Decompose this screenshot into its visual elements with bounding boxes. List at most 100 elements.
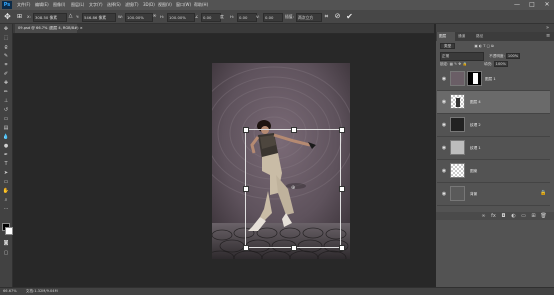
transform-handle[interactable] — [291, 245, 297, 251]
panel-collapse-icon[interactable]: » — [546, 24, 549, 32]
transform-handle[interactable] — [339, 245, 345, 251]
history-brush-icon[interactable]: ↺ — [2, 107, 10, 114]
transform-handle[interactable] — [339, 186, 345, 192]
more-tools-icon[interactable]: ··· — [2, 206, 10, 213]
layer-mask-thumbnail[interactable] — [467, 71, 482, 86]
lock-all-icon[interactable]: 🔒 — [462, 62, 466, 66]
document-tab[interactable]: 09.psd @ 66.7% (图层 4, RGB/8#) × — [15, 24, 83, 33]
screen-mode-icon[interactable]: ▢ — [2, 250, 10, 257]
filter-pixel-icon[interactable]: ▣ — [474, 44, 477, 48]
filter-shape-icon[interactable]: ▢ — [487, 44, 490, 48]
new-layer-icon[interactable]: ⊞ — [530, 213, 537, 219]
quick-mask-icon[interactable]: ◙ — [2, 240, 10, 247]
interpolation-select[interactable]: 两次立方 — [296, 13, 322, 22]
lasso-icon[interactable]: ϱ — [2, 44, 10, 51]
shape-icon[interactable]: ▭ — [2, 179, 10, 186]
transform-handle[interactable] — [243, 186, 249, 192]
minimize-button[interactable]: — — [510, 0, 524, 10]
healing-icon[interactable]: ✚ — [2, 80, 10, 87]
menu-help[interactable]: 帮助(H) — [194, 1, 208, 9]
hskew-field[interactable]: 0.00 — [237, 13, 257, 22]
delta-icon[interactable]: △ — [66, 12, 75, 21]
menu-layer[interactable]: 图层(L) — [71, 1, 84, 9]
lock-paint-icon[interactable]: ✎ — [454, 62, 457, 66]
move-icon[interactable]: ✥ — [2, 26, 10, 33]
tab-close-icon[interactable]: × — [80, 26, 83, 30]
transform-handle[interactable] — [339, 127, 345, 133]
eraser-icon[interactable]: ▭ — [2, 116, 10, 123]
lock-pixels-icon[interactable]: ▦ — [450, 62, 453, 66]
layer-name[interactable]: 纹理 1 — [470, 145, 481, 151]
dodge-icon[interactable]: ● — [2, 143, 10, 150]
move-tool-icon[interactable]: ✥ — [3, 12, 12, 21]
blur-icon[interactable]: 💧 — [2, 134, 10, 141]
visibility-eye-icon[interactable]: ◉ — [441, 168, 447, 174]
layer-name[interactable]: 图层 4 — [470, 99, 481, 105]
crop-icon[interactable]: ⌗ — [2, 62, 10, 69]
menu-window[interactable]: 窗口(W) — [176, 1, 191, 9]
adjustment-layer-icon[interactable]: ◐ — [510, 213, 517, 219]
layer-name[interactable]: 纹理 2 — [470, 122, 481, 128]
commit-icon[interactable]: ✔ — [345, 12, 354, 21]
cancel-icon[interactable]: ⊘ — [333, 12, 342, 21]
menu-view[interactable]: 视图(V) — [158, 1, 172, 9]
transform-handle[interactable] — [243, 127, 249, 133]
visibility-eye-icon[interactable]: ◉ — [441, 76, 447, 82]
panel-menu-icon[interactable]: ≡ — [546, 32, 550, 41]
menu-type[interactable]: 文字(Y) — [89, 1, 103, 9]
y-field[interactable]: 546.86 像素 — [82, 13, 116, 22]
close-button[interactable]: ✕ — [540, 0, 554, 10]
menu-3d[interactable]: 3D(D) — [143, 1, 155, 9]
filter-smart-icon[interactable]: ⧉ — [491, 44, 494, 48]
transform-handle[interactable] — [291, 127, 297, 133]
marquee-icon[interactable]: ⬚ — [2, 35, 10, 42]
menu-select[interactable]: 选择(S) — [107, 1, 121, 9]
lock-move-icon[interactable]: ✥ — [458, 62, 461, 66]
tab-channels[interactable]: 通道 — [456, 32, 474, 41]
eyedropper-icon[interactable]: ✐ — [2, 71, 10, 78]
quick-select-icon[interactable]: ✎ — [2, 53, 10, 60]
link-layers-icon[interactable]: ∞ — [480, 213, 487, 219]
new-group-icon[interactable]: ▭ — [520, 213, 527, 219]
x-field[interactable]: 308.50 像素 — [33, 13, 67, 22]
vskew-field[interactable]: 0.00 — [263, 13, 283, 22]
brush-icon[interactable]: ✏ — [2, 89, 10, 96]
menu-file[interactable]: 文件(F) — [17, 1, 30, 9]
gradient-icon[interactable]: ▤ — [2, 125, 10, 132]
tab-layers[interactable]: 图层 — [437, 32, 455, 41]
zoom-icon[interactable]: ⌕ — [2, 197, 10, 204]
blend-mode-select[interactable]: 正常 — [440, 52, 484, 61]
visibility-eye-icon[interactable]: ◉ — [441, 191, 447, 197]
pen-icon[interactable]: ✒ — [2, 152, 10, 159]
background-color-swatch[interactable] — [5, 227, 13, 235]
path-select-icon[interactable]: ➤ — [2, 170, 10, 177]
delete-layer-icon[interactable]: 🗑 — [540, 213, 547, 219]
layer-name[interactable]: 图案 — [470, 168, 477, 174]
h-field[interactable]: 100.00% — [167, 13, 195, 22]
layer-style-icon[interactable]: fx — [490, 213, 497, 219]
maximize-button[interactable]: □ — [525, 0, 539, 10]
layer-name[interactable]: 背景 — [470, 191, 477, 197]
type-icon[interactable]: T — [2, 161, 10, 168]
add-mask-icon[interactable]: ◘ — [500, 213, 507, 219]
transform-handle[interactable] — [243, 245, 249, 251]
hand-icon[interactable]: ✋ — [2, 188, 10, 195]
reference-point-icon[interactable]: ⊞ — [15, 12, 24, 21]
filter-type-icon[interactable]: T — [483, 44, 485, 48]
opacity-field[interactable]: 100% — [505, 53, 521, 59]
rotation-field[interactable]: 0.00 — [201, 13, 221, 22]
w-field[interactable]: 100.00% — [125, 13, 153, 22]
link-icon[interactable]: ∞ — [150, 12, 159, 21]
menu-image[interactable]: 图像(I) — [53, 1, 65, 9]
menu-edit[interactable]: 编辑(E) — [35, 1, 49, 9]
filter-adjust-icon[interactable]: ◐ — [479, 44, 482, 48]
visibility-eye-icon[interactable]: ◉ — [441, 99, 447, 105]
zoom-readout[interactable]: 66.67% — [3, 289, 17, 293]
fill-field[interactable]: 100% — [493, 61, 508, 67]
visibility-eye-icon[interactable]: ◉ — [441, 145, 447, 151]
tab-paths[interactable]: 路径 — [474, 32, 492, 41]
transform-center-icon[interactable]: ⊕ — [291, 186, 295, 191]
kind-filter-select[interactable]: 类型 — [440, 43, 456, 49]
layer-name[interactable]: 图层 1 — [485, 76, 496, 82]
warp-icon[interactable]: ⌗ — [322, 12, 331, 21]
